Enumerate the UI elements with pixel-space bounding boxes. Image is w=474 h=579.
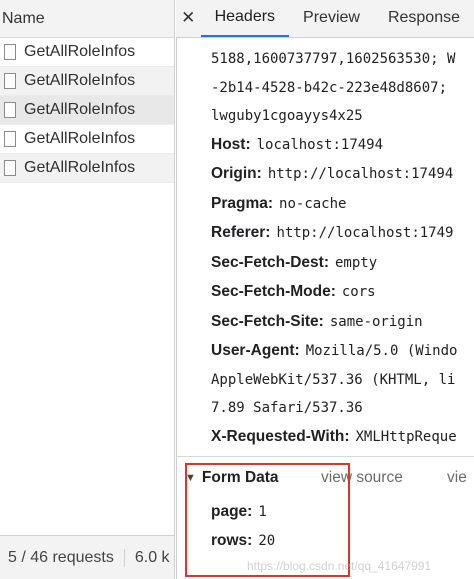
header-value: same-origin [329, 314, 423, 330]
header-row-user-agent: User-Agent: Mozilla/5.0 (Windo [211, 336, 457, 365]
view-url-encoded-link[interactable]: vie [447, 466, 467, 490]
form-key: rows: [211, 532, 253, 549]
header-key: Sec-Fetch-Mode: [211, 283, 336, 300]
header-row-host: Host: localhost:17494 [211, 130, 383, 159]
name-column-header[interactable]: Name [0, 0, 174, 38]
header-value: cors [341, 284, 376, 300]
request-count: 5 / 46 requests [0, 548, 125, 567]
header-value-continuation: -2b14-4528-b42c-223e48d8607; [211, 80, 448, 96]
tab-response[interactable]: Response [374, 0, 474, 37]
header-value: XMLHttpReque [355, 429, 457, 445]
header-row-sec-fetch-site: Sec-Fetch-Site: same-origin [211, 307, 423, 336]
tab-preview[interactable]: Preview [289, 0, 374, 37]
triangle-down-icon: ▼ [185, 472, 196, 484]
watermark: https://blog.csdn.net/qq_41647991 [247, 559, 432, 573]
header-row-referer: Referer: http://localhost:1749 [211, 218, 453, 247]
header-key: Origin: [211, 165, 262, 182]
request-row[interactable]: GetAllRoleInfos [0, 125, 174, 154]
details-tabbar: ✕ Headers Preview Response [176, 0, 474, 38]
header-key: Host: [211, 136, 251, 153]
header-row-sec-fetch-mode: Sec-Fetch-Mode: cors [211, 277, 376, 306]
header-row-sec-fetch-dest: Sec-Fetch-Dest: empty [211, 248, 377, 277]
section-divider [177, 456, 474, 457]
header-value: http://localhost:1749 [276, 225, 454, 241]
document-icon [4, 102, 16, 118]
header-value-continuation: 7.89 Safari/537.36 [211, 400, 363, 416]
request-name: GetAllRoleInfos [24, 43, 136, 60]
header-key: Pragma: [211, 195, 274, 212]
transfer-size: 6.0 k [134, 548, 170, 566]
header-value-continuation: lwguby1cgoayys4x25 [211, 108, 363, 124]
headers-content: 5188,1600737797,1602563530; W -2b14-4528… [176, 38, 474, 579]
document-icon [4, 44, 16, 60]
header-value-continuation: AppleWebKit/537.36 (KHTML, li [211, 372, 456, 388]
header-key: Sec-Fetch-Site: [211, 313, 324, 330]
close-icon[interactable]: ✕ [176, 0, 201, 37]
header-value: http://localhost:17494 [267, 166, 454, 182]
header-value-continuation: 5188,1600737797,1602563530; W [211, 51, 456, 67]
header-row-pragma: Pragma: no-cache [211, 189, 346, 218]
request-row[interactable]: GetAllRoleInfos [0, 154, 174, 183]
header-key: Referer: [211, 224, 271, 241]
form-row-rows: rows: 20 [211, 527, 275, 555]
tab-headers[interactable]: Headers [200, 0, 290, 37]
header-key: Sec-Fetch-Dest: [211, 254, 329, 271]
details-pane: ✕ Headers Preview Response 5188,16007377… [176, 0, 474, 579]
request-name: GetAllRoleInfos [24, 72, 136, 89]
request-name: GetAllRoleInfos [24, 159, 136, 176]
request-row-selected[interactable]: GetAllRoleInfos [0, 96, 174, 125]
header-value: Mozilla/5.0 (Windo [305, 343, 458, 359]
form-value: 20 [258, 533, 276, 549]
header-value: no-cache [279, 196, 347, 212]
request-row[interactable]: GetAllRoleInfos [0, 38, 174, 67]
document-icon [4, 131, 16, 147]
status-bar: 5 / 46 requests 6.0 k [0, 535, 174, 579]
request-row[interactable]: GetAllRoleInfos [0, 67, 174, 96]
request-list-pane: Name GetAllRoleInfos GetAllRoleInfos Get… [0, 0, 175, 579]
form-value: 1 [258, 504, 267, 520]
form-key: page: [211, 503, 253, 520]
header-key: X-Requested-With: [211, 428, 350, 445]
header-value: empty [335, 255, 378, 271]
request-name: GetAllRoleInfos [24, 101, 136, 118]
header-value: localhost:17494 [256, 137, 384, 153]
name-column-label: Name [2, 9, 45, 27]
header-row-origin: Origin: http://localhost:17494 [211, 159, 453, 188]
form-row-page: page: 1 [211, 498, 267, 526]
form-data-toggle[interactable]: ▼ Form Data [185, 466, 279, 490]
request-name: GetAllRoleInfos [24, 130, 136, 147]
document-icon [4, 160, 16, 176]
header-row-x-requested-with: X-Requested-With: XMLHttpReque [211, 422, 457, 451]
view-source-link[interactable]: view source [321, 466, 403, 490]
document-icon [4, 73, 16, 89]
form-data-title: Form Data [201, 469, 279, 486]
header-key: User-Agent: [211, 342, 300, 359]
